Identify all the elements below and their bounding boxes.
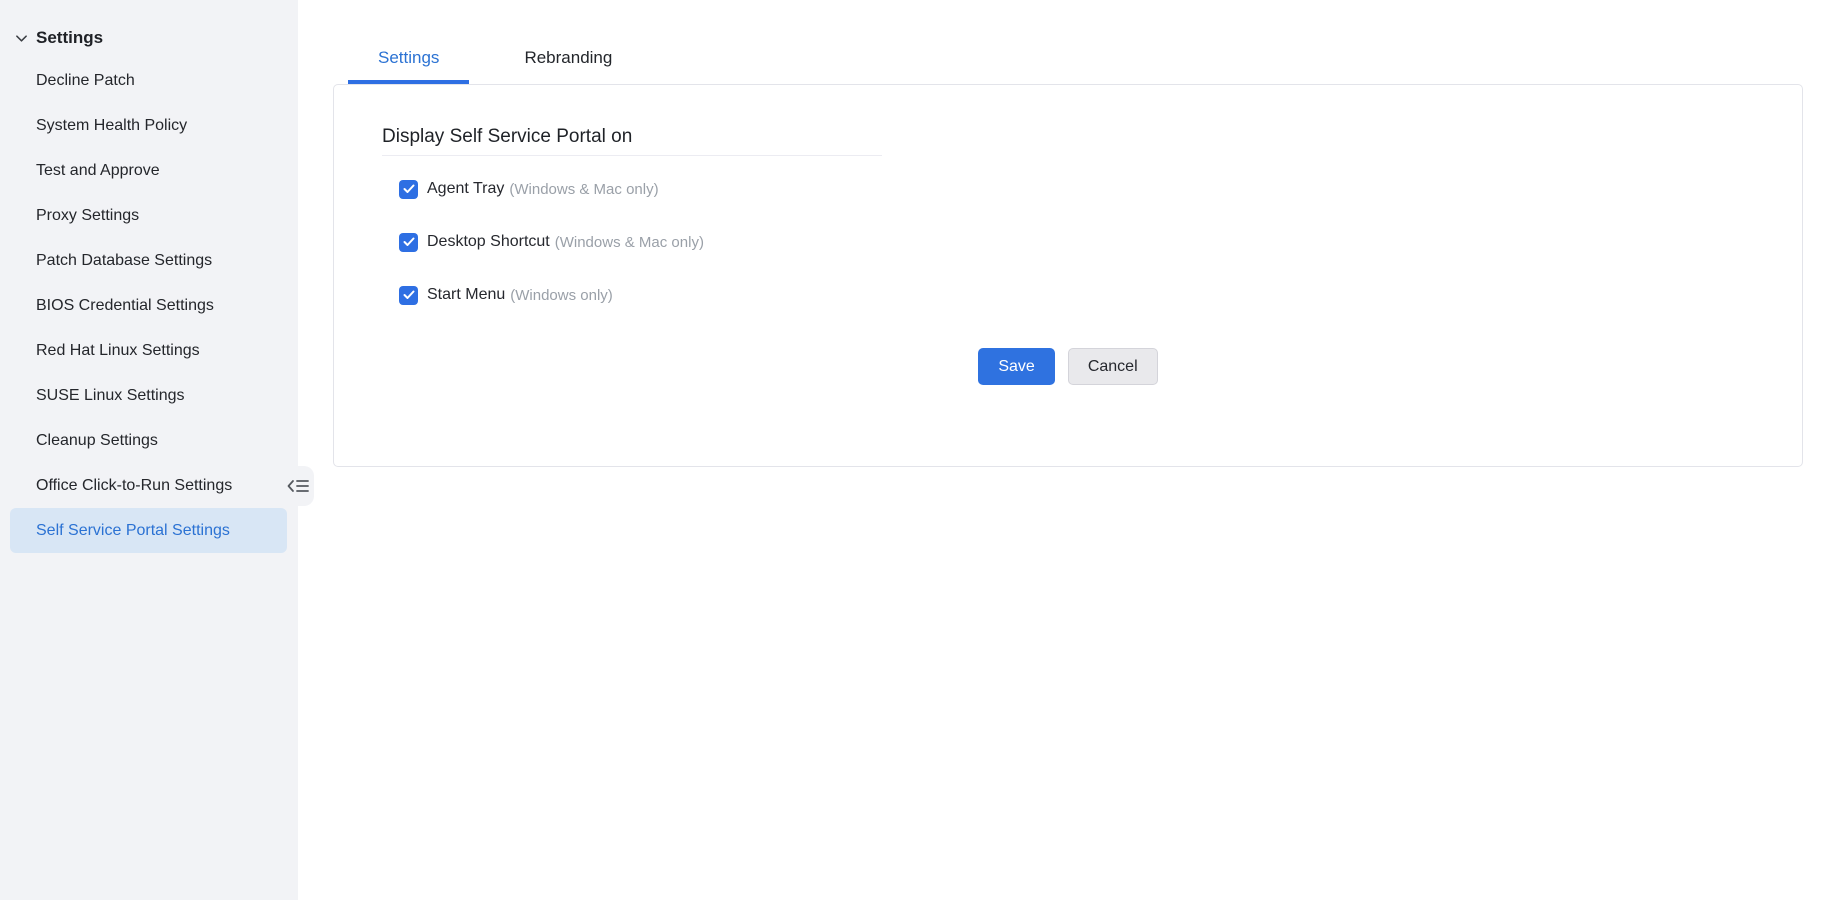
agent-tray-option[interactable]: Agent Tray (Windows & Mac only) [399, 179, 659, 199]
desktop-shortcut-checkbox[interactable] [399, 232, 418, 252]
sidebar-item-red-hat-linux-settings[interactable]: Red Hat Linux Settings [10, 328, 287, 373]
sidebar-item-label: Patch Database Settings [36, 251, 213, 269]
sidebar-item-label: Cleanup Settings [36, 431, 158, 449]
sidebar-header-settings[interactable]: Settings [0, 0, 298, 52]
cancel-button[interactable]: Cancel [1067, 348, 1158, 385]
sidebar-item-cleanup-settings[interactable]: Cleanup Settings [10, 418, 287, 463]
check-icon [403, 290, 414, 299]
save-button[interactable]: Save [978, 348, 1055, 385]
tab-rebranding[interactable]: Rebranding [494, 48, 642, 84]
desktop-shortcut-option[interactable]: Desktop Shortcut (Windows & Mac only) [399, 232, 704, 252]
sidebar-item-system-health-policy[interactable]: System Health Policy [10, 103, 287, 148]
agent-tray-label: Agent Tray [427, 180, 505, 197]
start-menu-note: (Windows only) [510, 286, 613, 304]
sidebar-item-decline-patch[interactable]: Decline Patch [10, 58, 287, 103]
sidebar-item-label: System Health Policy [36, 116, 188, 134]
collapse-sidebar-button[interactable] [282, 466, 314, 506]
self-service-portal-settings-panel: Display Self Service Portal on Agent Tra… [333, 84, 1803, 467]
sidebar-header-label: Settings [36, 28, 104, 47]
desktop-shortcut-note: (Windows & Mac only) [554, 233, 704, 251]
desktop-shortcut-label: Desktop Shortcut [427, 233, 550, 250]
tab-bar: Settings Rebranding [298, 0, 1823, 84]
action-buttons: Save Cancel [334, 348, 1802, 385]
display-options-list: Agent Tray (Windows & Mac only) Desktop … [399, 179, 1802, 305]
start-menu-option[interactable]: Start Menu (Windows only) [399, 285, 613, 305]
sidebar-item-proxy-settings[interactable]: Proxy Settings [10, 193, 287, 238]
sidebar-item-label: Self Service Portal Settings [36, 521, 230, 539]
sidebar-item-label: Red Hat Linux Settings [36, 341, 200, 359]
sidebar-item-patch-database-settings[interactable]: Patch Database Settings [10, 238, 287, 283]
sidebar-item-label: Proxy Settings [36, 206, 140, 224]
tab-settings[interactable]: Settings [348, 48, 470, 84]
settings-sidebar: Settings Decline Patch System Health Pol… [0, 0, 298, 900]
sidebar-item-label: Test and Approve [36, 161, 160, 179]
sidebar-nav: Decline Patch System Health Policy Test … [0, 58, 298, 553]
agent-tray-checkbox[interactable] [399, 179, 418, 199]
main-content: Settings Rebranding Display Self Service… [298, 0, 1823, 900]
start-menu-checkbox[interactable] [399, 285, 418, 305]
collapse-sidebar-icon [287, 478, 309, 494]
sidebar-item-test-and-approve[interactable]: Test and Approve [10, 148, 287, 193]
sidebar-item-label: SUSE Linux Settings [36, 386, 185, 404]
sidebar-item-label: BIOS Credential Settings [36, 296, 214, 314]
sidebar-item-office-click-to-run-settings[interactable]: Office Click-to-Run Settings [10, 463, 287, 508]
chevron-down-icon [15, 32, 28, 45]
panel-heading: Display Self Service Portal on [382, 125, 882, 156]
sidebar-item-suse-linux-settings[interactable]: SUSE Linux Settings [10, 373, 287, 418]
sidebar-item-bios-credential-settings[interactable]: BIOS Credential Settings [10, 283, 287, 328]
sidebar-item-label: Decline Patch [36, 71, 135, 89]
check-icon [403, 184, 414, 193]
sidebar-item-self-service-portal-settings[interactable]: Self Service Portal Settings [10, 508, 287, 553]
sidebar-item-label: Office Click-to-Run Settings [36, 476, 233, 494]
start-menu-label: Start Menu [427, 286, 506, 303]
agent-tray-note: (Windows & Mac only) [509, 180, 659, 198]
check-icon [403, 237, 414, 246]
